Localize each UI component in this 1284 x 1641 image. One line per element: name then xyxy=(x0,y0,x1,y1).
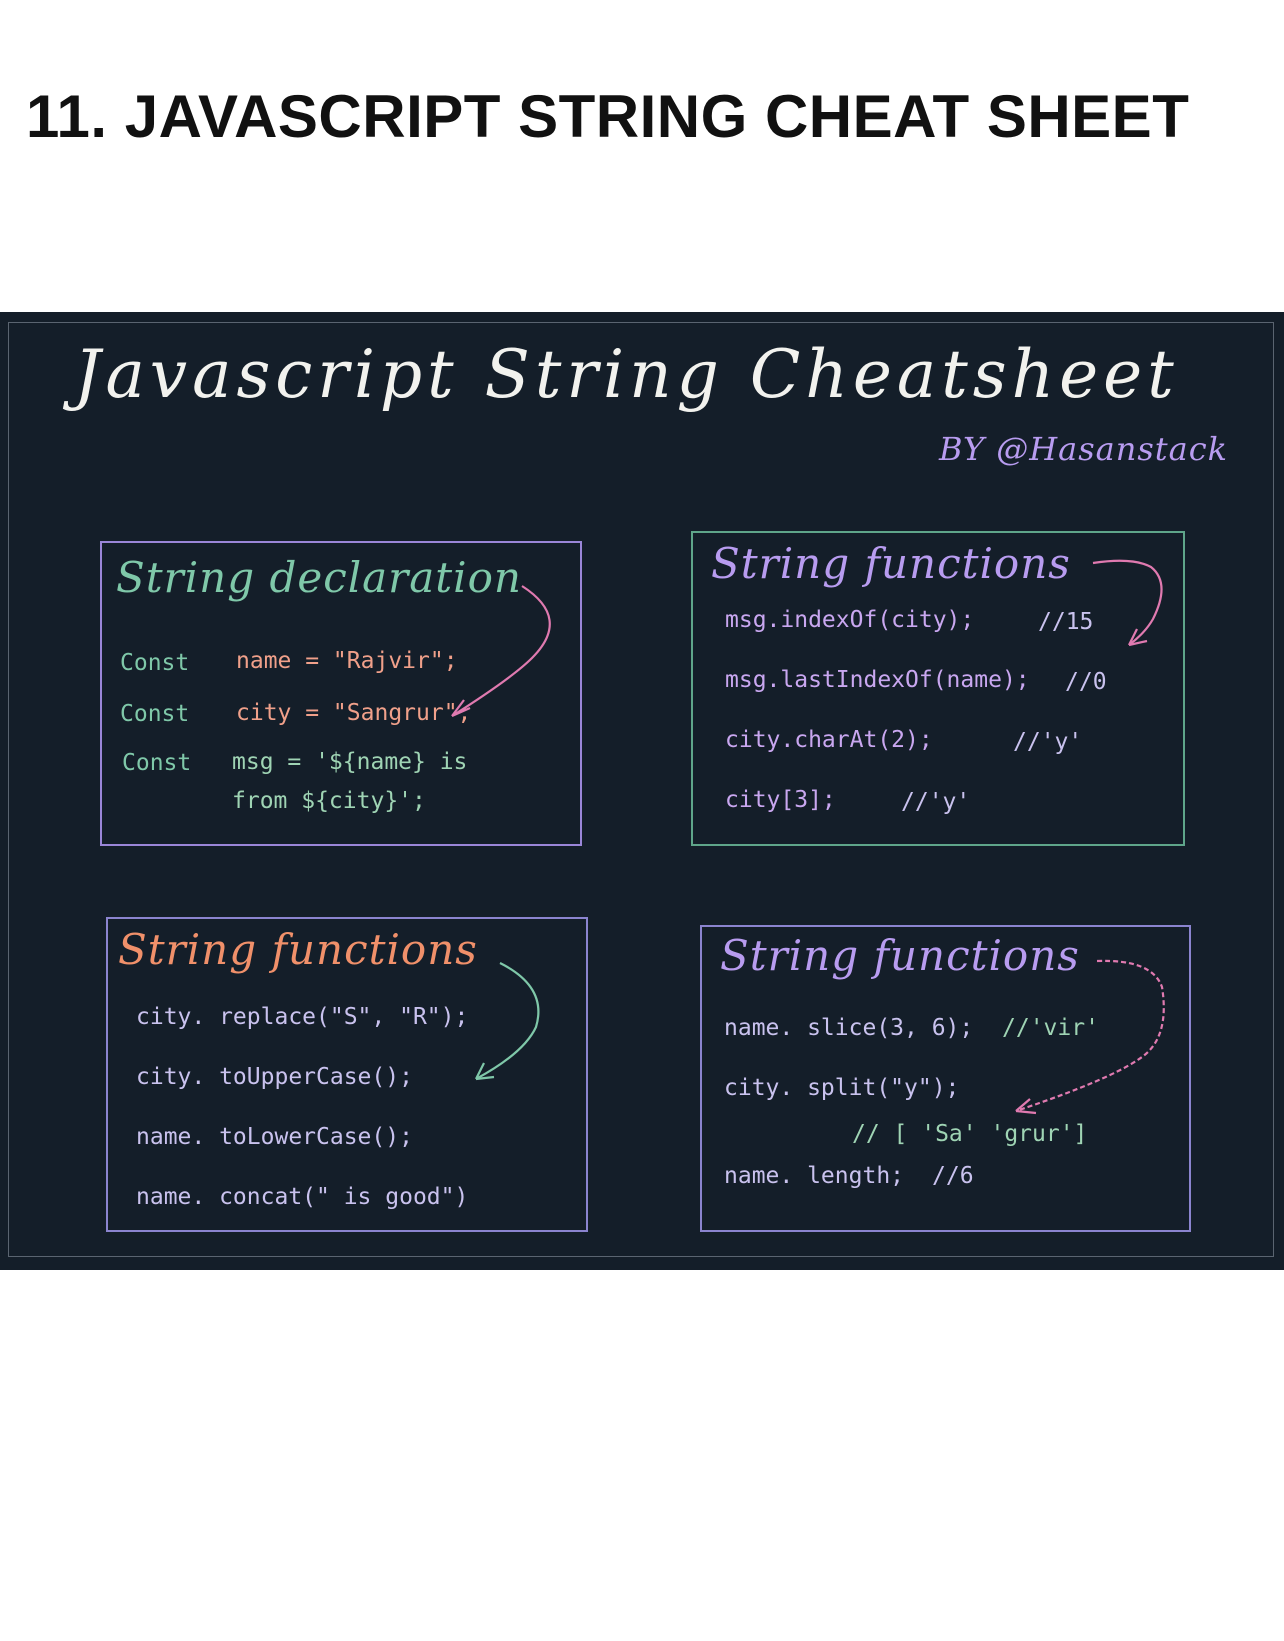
card-title: String functions xyxy=(711,539,1071,588)
code-line: name. length; xyxy=(724,1163,905,1189)
code-line: msg.lastIndexOf(name); xyxy=(725,667,1030,693)
code-comment: //6 xyxy=(932,1163,974,1189)
code-line: name = "Rajvir"; xyxy=(236,648,458,674)
curved-arrow-icon xyxy=(1015,959,1165,1115)
code-line: city[3]; xyxy=(725,787,836,813)
code-comment: //'y' xyxy=(1013,729,1083,755)
card-string-functions-1: String functions msg.indexOf(city); //15… xyxy=(691,531,1185,846)
code-line: city = "Sangrur"; xyxy=(236,700,472,726)
code-comment: //15 xyxy=(1038,609,1094,635)
author-byline: BY @Hasanstack xyxy=(938,430,1228,468)
keyword-const: Const xyxy=(122,750,192,776)
card-string-functions-2: String functions city. replace("S", "R")… xyxy=(106,917,588,1232)
board-title: Javascript String Cheatsheet xyxy=(74,336,1179,413)
code-line: name. toLowerCase(); xyxy=(136,1124,413,1150)
keyword-const: Const xyxy=(120,701,190,727)
code-line: city. toUpperCase(); xyxy=(136,1064,413,1090)
code-line-continued: from ${city}'; xyxy=(232,788,426,814)
code-line: city. replace("S", "R"); xyxy=(136,1004,469,1030)
card-title: String functions xyxy=(118,925,478,974)
curved-arrow-icon xyxy=(451,585,551,718)
keyword-const: Const xyxy=(120,650,190,676)
code-line: name. concat(" is good") xyxy=(136,1184,469,1210)
curved-arrow-icon xyxy=(1092,559,1163,647)
code-line: name. slice(3, 6); xyxy=(724,1015,974,1041)
code-line: city.charAt(2); xyxy=(725,727,933,753)
cheatsheet-board: Javascript String Cheatsheet BY @Hasanst… xyxy=(0,312,1284,1270)
code-comment: // [ 'Sa' 'grur'] xyxy=(852,1121,1088,1147)
code-line: msg.indexOf(city); xyxy=(725,607,975,633)
page-title: 11. JAVASCRIPT STRING CHEAT SHEET xyxy=(26,83,1190,150)
card-string-functions-3: String functions name. slice(3, 6); //'v… xyxy=(700,925,1191,1232)
code-comment: //0 xyxy=(1065,669,1107,695)
card-string-declaration: String declaration Const name = "Rajvir"… xyxy=(100,541,582,846)
curved-arrow-icon xyxy=(475,962,540,1081)
code-comment: //'y' xyxy=(901,789,971,815)
code-line: msg = '${name} is xyxy=(232,749,468,775)
code-line: city. split("y"); xyxy=(724,1075,960,1101)
